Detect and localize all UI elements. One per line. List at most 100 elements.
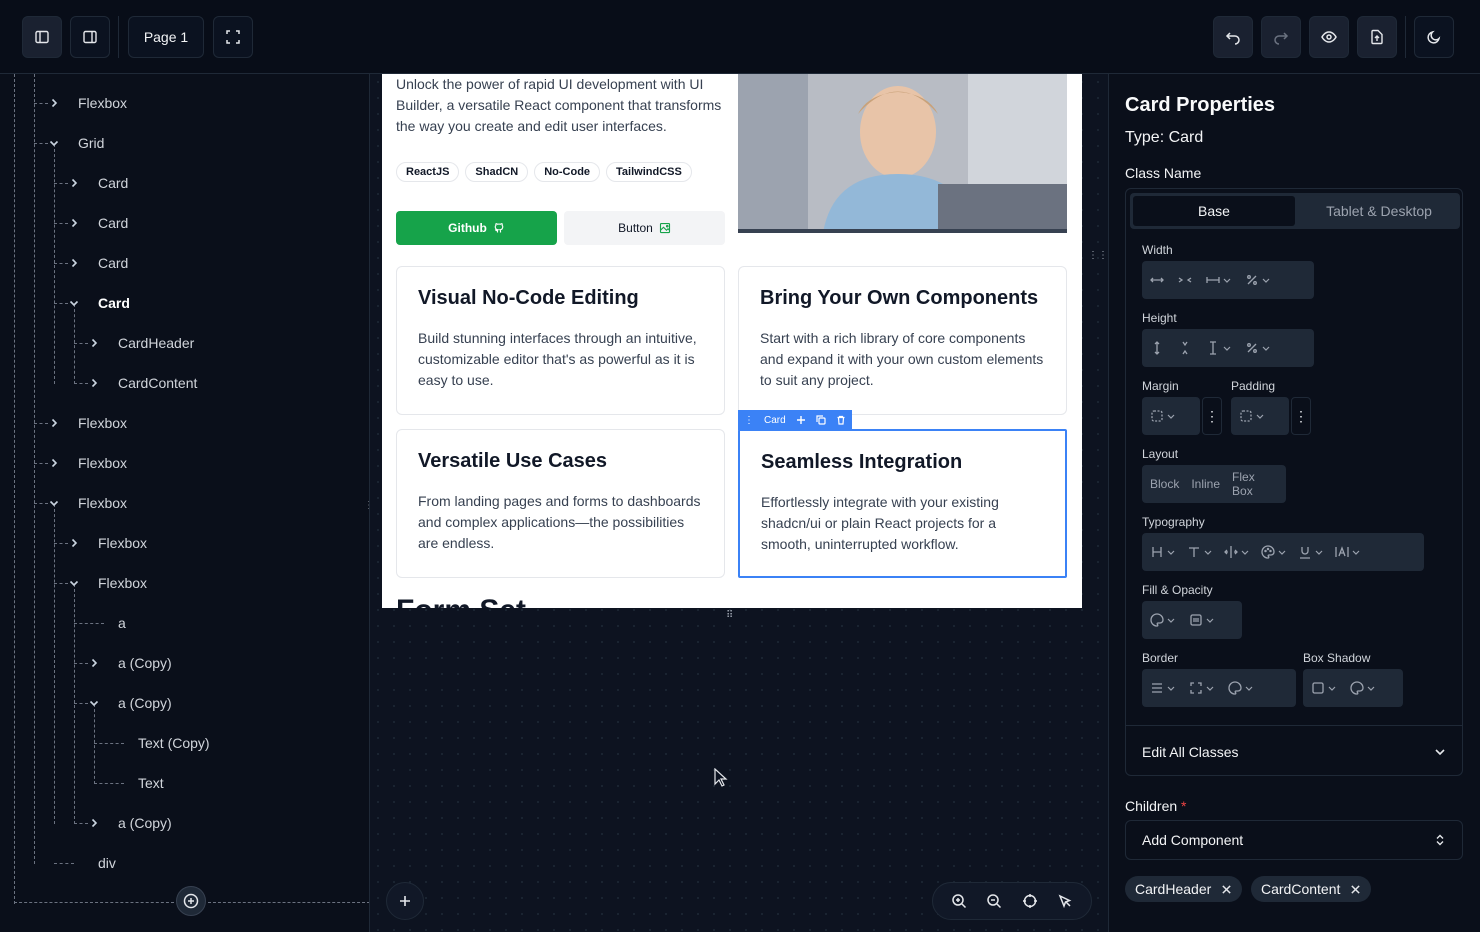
height-full-icon[interactable]	[1150, 341, 1164, 355]
height-percent-dropdown[interactable]	[1245, 341, 1270, 355]
margin-more-button[interactable]: ⋮	[1202, 397, 1222, 435]
chevron-right-icon[interactable]	[46, 415, 62, 431]
github-button[interactable]: Github	[396, 211, 557, 245]
tree-node-flexbox[interactable]: Flexbox	[46, 443, 127, 483]
tree-node-flexbox[interactable]: Flexbox	[46, 403, 127, 443]
page-select-button[interactable]: Page 1	[128, 16, 204, 58]
tree-node-a-copy[interactable]: a (Copy)	[86, 803, 172, 843]
chevron-right-icon[interactable]	[66, 535, 82, 551]
chevron-right-icon[interactable]	[66, 175, 82, 191]
tree-node-cardcontent[interactable]: CardContent	[86, 363, 197, 403]
font-dropdown[interactable]	[1187, 545, 1212, 559]
redo-button[interactable]	[1261, 16, 1301, 58]
feature-card[interactable]: Bring Your Own Components Start with a r…	[738, 266, 1067, 415]
align-dropdown[interactable]	[1224, 545, 1249, 559]
undo-button[interactable]	[1213, 16, 1253, 58]
padding-control[interactable]	[1231, 397, 1289, 435]
text-color-dropdown[interactable]	[1261, 545, 1286, 559]
chevron-right-icon[interactable]	[86, 655, 102, 671]
layout-option-flex[interactable]: Flex Box	[1232, 470, 1278, 498]
chevron-right-icon[interactable]	[46, 95, 62, 111]
tree-node-card[interactable]: Card	[66, 163, 128, 203]
chevron-right-icon[interactable]	[86, 375, 102, 391]
letter-spacing-dropdown[interactable]	[1335, 545, 1360, 559]
layout-option-inline[interactable]: Inline	[1191, 477, 1220, 491]
width-fixed-dropdown[interactable]	[1206, 273, 1231, 287]
editor-canvas[interactable]: Unlock the power of rapid UI development…	[370, 74, 1108, 932]
tree-node-flexbox[interactable]: Flexbox	[46, 483, 127, 523]
border-color-dropdown[interactable]	[1228, 681, 1253, 695]
tree-node-a-copy[interactable]: a (Copy)	[86, 683, 172, 723]
width-percent-dropdown[interactable]	[1245, 273, 1270, 287]
tree-node-card-selected[interactable]: Card	[66, 283, 130, 323]
export-button[interactable]	[1357, 16, 1397, 58]
secondary-button[interactable]: Button	[564, 211, 725, 245]
feature-card-selected[interactable]: Seamless Integration Effortlessly integr…	[738, 429, 1067, 578]
zoom-out-icon[interactable]	[986, 893, 1002, 909]
border-radius-dropdown[interactable]	[1189, 681, 1214, 695]
feature-card[interactable]: Versatile Use Cases From landing pages a…	[396, 429, 725, 578]
tree-node-flexbox[interactable]: Flexbox	[66, 563, 147, 603]
theme-toggle-button[interactable]	[1414, 16, 1454, 58]
crosshair-icon[interactable]	[1022, 893, 1038, 909]
text-decoration-dropdown[interactable]	[1298, 545, 1323, 559]
zoom-in-icon[interactable]	[951, 893, 967, 909]
tree-node-card[interactable]: Card	[66, 243, 128, 283]
tree-node-flexbox[interactable]: Flexbox	[46, 83, 127, 123]
padding-more-button[interactable]: ⋮	[1291, 397, 1311, 435]
width-full-icon[interactable]	[1150, 273, 1164, 287]
tree-node-text[interactable]: Text	[138, 763, 164, 803]
chevron-right-icon[interactable]	[86, 815, 102, 831]
shadow-color-dropdown[interactable]	[1350, 681, 1375, 695]
tree-node-div[interactable]: div	[98, 843, 116, 883]
chevron-down-icon[interactable]	[66, 575, 82, 591]
chevron-right-icon[interactable]	[66, 215, 82, 231]
tab-tablet-desktop[interactable]: Tablet & Desktop	[1298, 193, 1460, 229]
tree-node-cardheader[interactable]: CardHeader	[86, 323, 194, 363]
drag-grip-icon[interactable]: ⋮	[744, 415, 754, 426]
opacity-dropdown[interactable]	[1189, 613, 1214, 627]
add-component-select[interactable]: Add Component	[1125, 820, 1463, 860]
duplicate-icon[interactable]	[816, 415, 826, 425]
tree-node-grid[interactable]: Grid	[46, 123, 104, 163]
border-width-dropdown[interactable]	[1150, 681, 1175, 695]
preview-button[interactable]	[1309, 16, 1349, 58]
tree-node-a-copy[interactable]: a (Copy)	[86, 643, 172, 683]
toggle-left-panel-button[interactable]	[22, 16, 62, 58]
heading-dropdown[interactable]	[1150, 545, 1175, 559]
add-layer-button[interactable]	[176, 886, 206, 916]
margin-control[interactable]	[1142, 397, 1200, 435]
layout-option-block[interactable]: Block	[1150, 477, 1179, 491]
resize-handle-icon[interactable]: ⋮⋮	[1088, 250, 1108, 261]
shadow-size-dropdown[interactable]	[1311, 681, 1336, 695]
close-icon[interactable]	[1350, 884, 1361, 895]
trash-icon[interactable]	[836, 415, 846, 425]
pointer-icon[interactable]	[1057, 893, 1073, 909]
close-icon[interactable]	[1221, 884, 1232, 895]
fullscreen-button[interactable]	[213, 16, 253, 58]
edit-all-classes-toggle[interactable]: Edit All Classes	[1126, 725, 1462, 777]
required-mark: *	[1181, 798, 1187, 814]
chevron-right-icon[interactable]	[66, 255, 82, 271]
page-frame[interactable]: Unlock the power of rapid UI development…	[382, 74, 1082, 608]
chevron-right-icon[interactable]	[46, 455, 62, 471]
fill-color-dropdown[interactable]	[1150, 613, 1175, 627]
chevron-down-icon[interactable]	[66, 295, 82, 311]
chevron-down-icon[interactable]	[46, 135, 62, 151]
chevron-down-icon[interactable]	[86, 695, 102, 711]
height-fit-icon[interactable]	[1178, 341, 1192, 355]
add-component-fab[interactable]	[386, 882, 424, 920]
height-fixed-dropdown[interactable]	[1206, 341, 1231, 355]
width-fit-icon[interactable]	[1178, 273, 1192, 287]
tree-node-card[interactable]: Card	[66, 203, 128, 243]
feature-card[interactable]: Visual No-Code Editing Build stunning in…	[396, 266, 725, 415]
tree-node-flexbox[interactable]: Flexbox	[66, 523, 147, 563]
tree-node-text-copy[interactable]: Text (Copy)	[138, 723, 210, 763]
toggle-right-panel-button[interactable]	[70, 16, 110, 58]
chevron-right-icon[interactable]	[86, 335, 102, 351]
plus-icon[interactable]	[796, 415, 806, 425]
chevron-down-icon[interactable]	[46, 495, 62, 511]
tree-node-a[interactable]: a	[118, 603, 126, 643]
tab-base[interactable]: Base	[1133, 196, 1295, 226]
resize-handle-icon[interactable]: ⠿	[726, 610, 733, 621]
